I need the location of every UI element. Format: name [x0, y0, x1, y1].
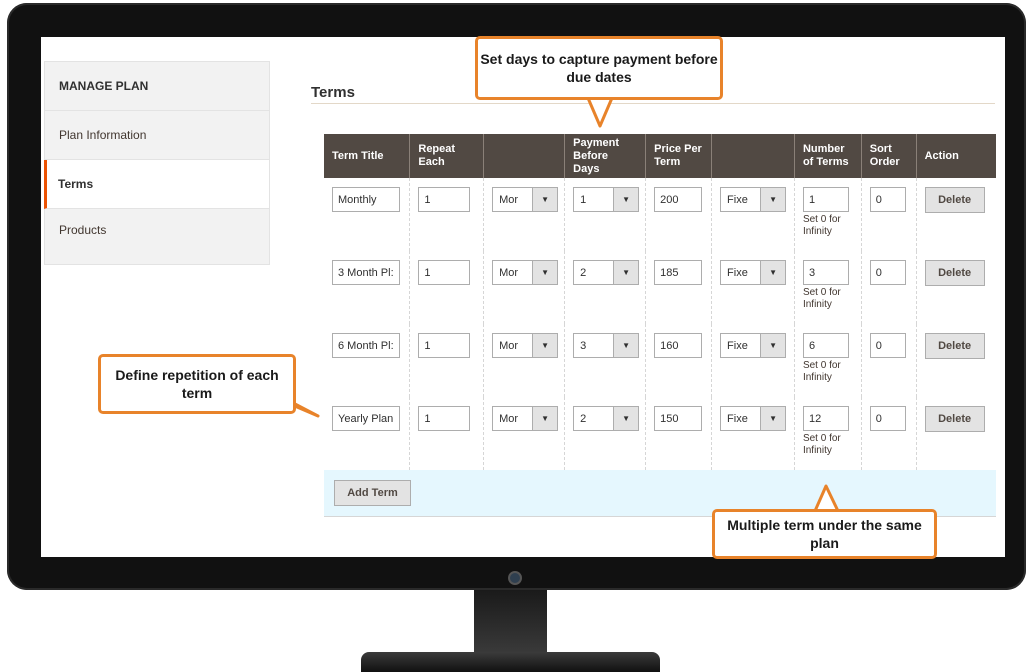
callout-payment-before-days: Set days to capture payment before due d…	[475, 36, 723, 100]
callout-pointers	[270, 96, 840, 513]
callout-multiple-terms: Multiple term under the same plan	[712, 509, 937, 559]
callout-repeat-each: Define repetition of each term	[98, 354, 296, 414]
